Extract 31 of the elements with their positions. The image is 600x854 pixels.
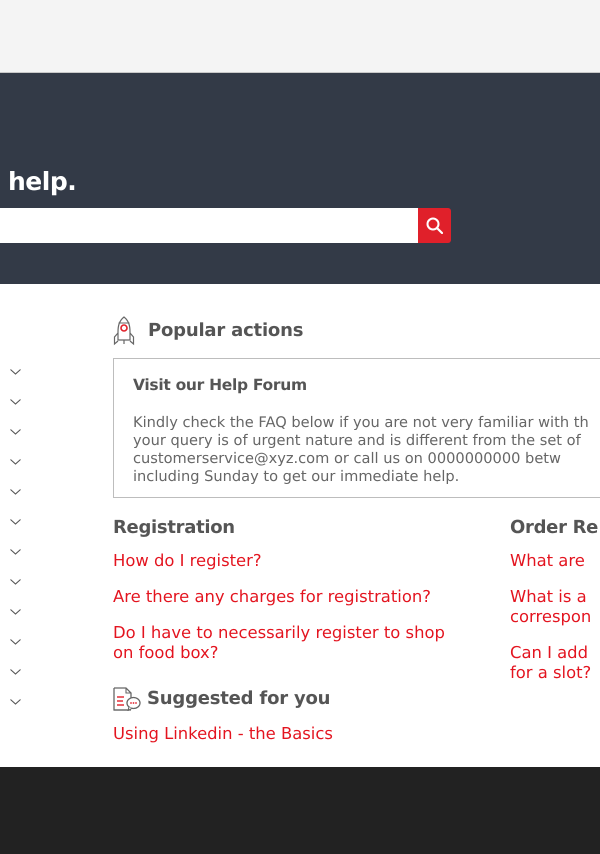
chevron-icon[interactable] [10, 429, 21, 435]
chevron-icon[interactable] [10, 399, 21, 405]
chevron-icon[interactable] [10, 699, 21, 705]
faq-link[interactable]: How do I register? [113, 551, 262, 571]
chevron-icon[interactable] [10, 579, 21, 585]
faq-heading: Registration [113, 516, 235, 540]
search-icon [426, 217, 443, 234]
section-title: Popular actions [148, 319, 304, 343]
card-text: Kindly check the FAQ below if you are not very familiar with th your query is of urgent nature and is different from the set of customerservice@xyz.com or call us on 0000000000 betw including Sunday to get our immediate help. [133, 414, 590, 486]
rocket-icon [113, 316, 135, 346]
search-field[interactable] [0, 208, 418, 243]
faq-link[interactable]: Using Linkedin - the Basics [113, 724, 333, 744]
header-title: help. [8, 167, 76, 197]
chevron-icon[interactable] [10, 489, 21, 495]
document-chat-icon [113, 687, 141, 711]
chevron-icon[interactable] [10, 609, 21, 615]
chevron-icon[interactable] [10, 519, 21, 525]
chevron-icon[interactable] [10, 549, 21, 555]
chevron-icon[interactable] [10, 669, 21, 675]
card-title: Visit our Help Forum [133, 375, 308, 396]
chevron-icon[interactable] [10, 459, 21, 465]
faq-link[interactable]: Do I have to necessarily register to shop on food box? [113, 623, 463, 663]
faq-heading: Order Re [510, 516, 598, 540]
faq-link[interactable]: Are there any charges for registration? [113, 587, 431, 607]
section-title: Suggested for you [147, 687, 330, 711]
faq-link[interactable]: What is a correspon [510, 587, 592, 627]
faq-link[interactable]: What are [510, 551, 585, 571]
search-button[interactable] [418, 208, 451, 243]
chevron-icon[interactable] [10, 369, 21, 375]
chevron-icon[interactable] [10, 639, 21, 645]
faq-link[interactable]: Can I add for a slot? [510, 643, 592, 683]
